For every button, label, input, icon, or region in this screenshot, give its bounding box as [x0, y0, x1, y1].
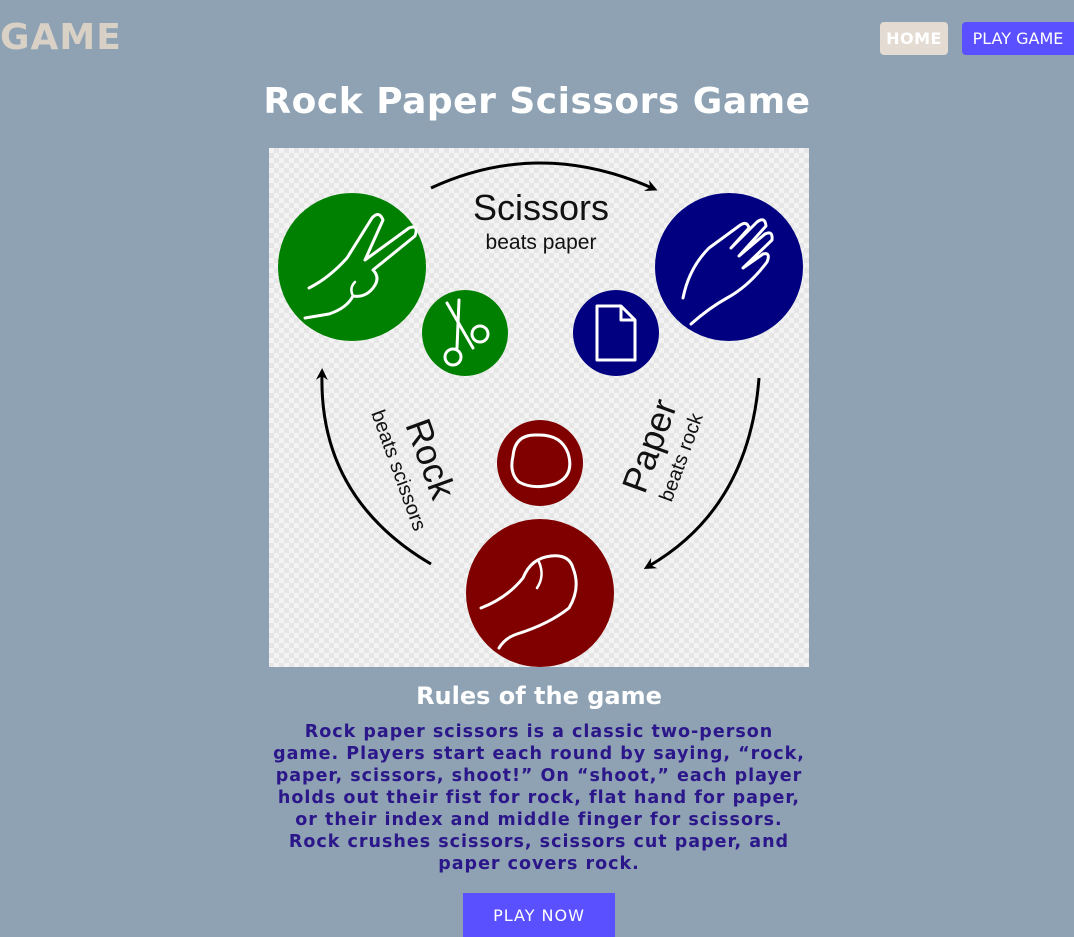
- scissors-icon: [422, 290, 508, 376]
- rock-icon: [497, 420, 583, 506]
- rps-rules-illustration: Scissors beats paper Rock beats scissors…: [269, 148, 809, 667]
- scissors-label: Scissors: [473, 187, 609, 228]
- page-title: Rock Paper Scissors Game: [263, 81, 811, 122]
- arrow-scissors-to-paper: [430, 161, 658, 192]
- paper-icon: [573, 290, 659, 376]
- scissors-sub-label: beats paper: [486, 231, 597, 254]
- site-logo[interactable]: GAME: [0, 16, 122, 60]
- nav-play-game-button[interactable]: PLAY GAME: [962, 22, 1074, 55]
- rock-fist-icon: [466, 519, 614, 667]
- scissors-hand-icon: [278, 193, 426, 341]
- play-now-button[interactable]: PLAY NOW: [463, 893, 615, 937]
- nav-home-button[interactable]: HOME: [880, 22, 948, 55]
- paper-hand-icon: [655, 193, 803, 341]
- rules-text: Rock paper scissors is a classic two-per…: [273, 722, 805, 874]
- rules-heading: Rules of the game: [416, 682, 662, 710]
